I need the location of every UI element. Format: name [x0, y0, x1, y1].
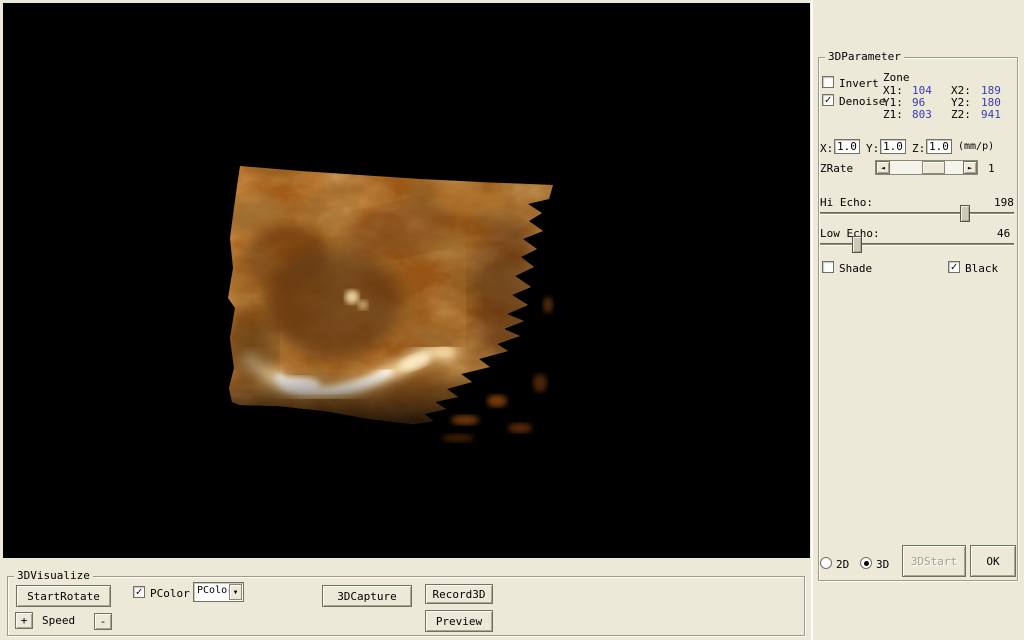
invert-checkbox[interactable]	[822, 76, 834, 88]
zone-z2-label: Z2:	[951, 108, 971, 121]
pcolor-label: PColor	[150, 587, 190, 600]
volume-render-3d	[3, 3, 810, 558]
start3d-button[interactable]: 3DStart	[902, 545, 966, 577]
speed-plus-button[interactable]: +	[15, 612, 33, 629]
scale-x-label: X:	[820, 142, 834, 155]
shade-checkbox[interactable]	[822, 261, 834, 273]
mode-2d-radio[interactable]	[820, 557, 832, 569]
zone-z1-label: Z1:	[883, 108, 903, 121]
pcolor-dropdown-value: PColor	[197, 585, 234, 596]
low-echo-slider-thumb[interactable]	[852, 236, 862, 253]
app-window: 3DParameter Invert ✓ Denoise Zone X1: 10…	[0, 0, 1024, 640]
scale-x-input[interactable]	[834, 139, 860, 154]
zone-z2-value: 941	[981, 108, 1001, 121]
scale-unit-label: (mm/p)	[958, 141, 995, 152]
render-viewport[interactable]	[3, 3, 810, 558]
zrate-scrollbar[interactable]: ◄ ►	[875, 160, 978, 175]
radio-dot	[863, 560, 869, 566]
zrate-scroll-left-icon[interactable]: ◄	[876, 161, 890, 174]
pcolor-checkbox[interactable]: ✓	[133, 586, 145, 598]
zrate-scroll-thumb[interactable]	[922, 161, 945, 174]
speed-label: Speed	[42, 614, 76, 627]
scale-y-input[interactable]	[880, 139, 906, 154]
check-icon: ✓	[135, 585, 143, 598]
mode-2d-label: 2D	[836, 558, 850, 571]
panel-divider	[811, 0, 813, 640]
hi-echo-slider-thumb[interactable]	[960, 205, 970, 222]
parameter-group-title: 3DParameter	[825, 51, 904, 63]
scale-z-label: Z:	[912, 142, 926, 155]
invert-label: Invert	[839, 77, 879, 90]
check-icon: ✓	[950, 260, 958, 273]
ok-button[interactable]: OK	[970, 545, 1016, 577]
mode-3d-radio[interactable]	[860, 557, 872, 569]
zone-title: Zone	[883, 71, 910, 84]
zrate-scroll-track[interactable]	[890, 161, 963, 174]
hi-echo-label: Hi Echo:	[820, 196, 873, 209]
shade-label: Shade	[839, 262, 873, 275]
zone-z1-value: 803	[912, 108, 932, 121]
start-rotate-button[interactable]: StartRotate	[16, 585, 111, 607]
zrate-value: 1	[988, 162, 995, 175]
zrate-label: ZRate	[820, 162, 854, 175]
zrate-scroll-right-icon[interactable]: ►	[963, 161, 977, 174]
low-echo-slider-track[interactable]	[820, 236, 1014, 253]
hi-echo-value: 198	[994, 196, 1014, 209]
check-icon: ✓	[824, 93, 832, 106]
scale-y-label: Y:	[866, 142, 880, 155]
record3d-button[interactable]: Record3D	[425, 584, 493, 604]
visualize-group-title: 3DVisualize	[14, 570, 93, 582]
denoise-checkbox[interactable]: ✓	[822, 94, 834, 106]
speed-minus-button[interactable]: -	[94, 613, 112, 630]
pcolor-dropdown[interactable]: PColor ▼	[193, 582, 244, 602]
capture3d-button[interactable]: 3DCapture	[322, 585, 412, 607]
denoise-label: Denoise	[839, 95, 886, 108]
preview-button[interactable]: Preview	[425, 610, 493, 632]
low-echo-label: Low Echo:	[820, 227, 880, 240]
chevron-down-icon[interactable]: ▼	[229, 584, 242, 600]
black-checkbox[interactable]: ✓	[948, 261, 960, 273]
scale-z-input[interactable]	[926, 139, 952, 154]
low-echo-value: 46	[997, 227, 1011, 240]
mode-3d-label: 3D	[876, 558, 890, 571]
parameter-groupbox: 3DParameter	[818, 51, 1018, 581]
black-label: Black	[965, 262, 999, 275]
hi-echo-slider-track[interactable]	[820, 205, 1014, 222]
